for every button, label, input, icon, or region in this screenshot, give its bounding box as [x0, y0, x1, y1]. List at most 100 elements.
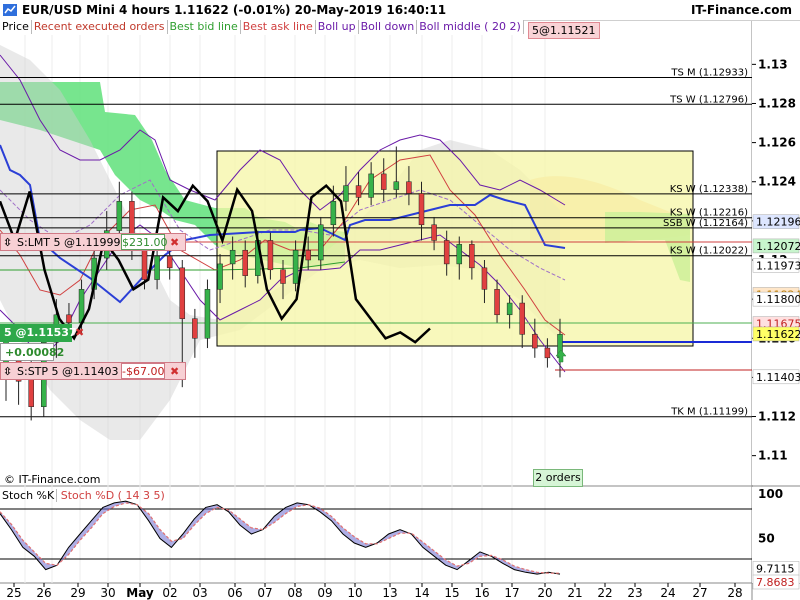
stoch-tag-label: 7.8683 [756, 576, 795, 589]
price-tick-label: 1.11 [758, 449, 788, 463]
position-widget[interactable]: 5 @1.11537 [0, 324, 77, 342]
position-close-icon[interactable]: ✖ [75, 324, 89, 342]
candle-body [116, 201, 123, 231]
price-tag-label: 1.11973 [756, 259, 800, 272]
candle-body [166, 255, 173, 269]
x-tick-label: 30 [100, 586, 115, 600]
candle-body [368, 173, 374, 198]
candle-body [343, 185, 349, 202]
orders-count-badge[interactable]: 2 orders [533, 469, 583, 487]
stoch-d-label: Stoch %D ( 14 3 5) [60, 489, 165, 502]
candle-body [494, 289, 500, 316]
candle-body [393, 181, 400, 190]
candle-body [406, 181, 412, 194]
candle-body [355, 185, 362, 198]
price-tag-label: 1.12196 [756, 216, 800, 229]
x-tick-label: 08 [287, 586, 302, 600]
time-axis: 25 26 29 30 May 02 03 06 07 08 09 10 13 14 15 16 17 20 21 2… [6, 583, 743, 600]
x-tick-label: 03 [192, 586, 207, 600]
candle-body [506, 302, 513, 316]
x-tick-label: 09 [317, 586, 332, 600]
level-label: KS W (1.12022) [670, 246, 748, 257]
limit-pnl-value: $231.00 [122, 236, 168, 249]
x-tick-label: May [126, 586, 154, 600]
brand-label: IT-Finance.com [690, 3, 792, 17]
limit-order-label: S:LMT 5 @1.11999 [17, 236, 121, 249]
candle-body [292, 249, 299, 284]
candle-body [481, 267, 488, 290]
legend-item[interactable]: Boll middle ( 20 2) [417, 20, 524, 34]
legend-item[interactable]: Recent executed orders [31, 20, 168, 34]
price-tick-label: 1.13 [758, 57, 788, 71]
candle-body [418, 193, 425, 226]
price-tag-label: 1.11622 [756, 328, 800, 341]
stop-order-label: S:STP 5 @1.11403 [17, 365, 119, 378]
price-tick-label: 1.124 [758, 175, 796, 189]
x-tick-label: 29 [70, 586, 85, 600]
price-tag-label: 1.11800 [756, 293, 800, 306]
level-label: TS M (1.12933) [670, 67, 748, 78]
candle-body [192, 318, 198, 339]
legend-item[interactable]: Boll down [358, 20, 418, 34]
x-tick-label: 20 [537, 586, 552, 600]
stop-pnl-value: -$67.00 [122, 365, 165, 378]
candle-body [380, 173, 387, 190]
position-change: +0.00082 [0, 343, 64, 361]
x-tick-label: 24 [660, 586, 675, 600]
x-tick-label: 15 [444, 586, 459, 600]
candle-body [154, 255, 160, 280]
chart-title: EUR/USD Mini 4 hours 1.11622 (-0.01%) 20… [22, 3, 447, 17]
candle-body [204, 289, 211, 339]
range-highlight-box[interactable] [216, 150, 694, 347]
x-tick-label: 26 [36, 586, 51, 600]
stop-close-icon[interactable]: ✖ [170, 363, 184, 381]
chart-icon[interactable] [3, 4, 17, 16]
candle-body [544, 347, 551, 359]
x-tick-label: 14 [414, 586, 429, 600]
candle-body [519, 302, 525, 335]
legend-item[interactable]: Best ask line [240, 20, 316, 34]
candle-body [280, 269, 286, 284]
candle-body [431, 224, 437, 241]
level-label: TK M (1.11199) [670, 407, 748, 418]
candle-body [217, 263, 223, 290]
candle-body [469, 244, 475, 269]
candle-body [330, 201, 337, 226]
stoch-tick-label: 100 [758, 487, 783, 501]
legend-item[interactable]: Boll up [315, 20, 359, 34]
handle-icon[interactable]: ⇳ [1, 363, 17, 381]
x-tick-label: 06 [227, 586, 242, 600]
candle-body [443, 240, 450, 265]
candle-body [179, 267, 186, 319]
chart-canvas[interactable]: TS M (1.12933) TS W (1.12796) KS W (1.1233… [0, 0, 800, 600]
price-tick-label: 1.126 [758, 136, 796, 150]
candle-body [456, 244, 463, 265]
indicator-legend: Price Recent executed orders Best bid line… [0, 20, 524, 35]
level-label: SSB W (1.12164) [663, 218, 748, 229]
level-label: KS W (1.12338) [670, 184, 748, 195]
handle-icon[interactable]: ⇳ [1, 234, 17, 252]
candle-body [229, 249, 236, 265]
x-tick-label: 25 [6, 586, 21, 600]
x-tick-label: 23 [627, 586, 642, 600]
legend-item[interactable]: Price [0, 20, 32, 34]
candle-body [305, 249, 311, 261]
candle-body [141, 249, 148, 280]
price-tag-label: 1.12072 [756, 240, 800, 253]
x-tick-label: 17 [504, 586, 519, 600]
stoch-k-label: Stoch %K [2, 489, 58, 502]
x-tick-label: 10 [347, 586, 362, 600]
candle-body [28, 377, 34, 407]
limit-close-icon[interactable]: ✖ [170, 234, 184, 252]
x-tick-label: 22 [597, 586, 612, 600]
candle-body [242, 249, 248, 276]
candle-body [66, 314, 72, 323]
position-change-value: +0.00082 [5, 346, 65, 359]
position-label: 5 @1.11537 [4, 326, 77, 339]
x-tick-label: 07 [257, 586, 272, 600]
copyright-text: © IT-Finance.com [4, 473, 101, 486]
candle-body [318, 224, 324, 261]
x-tick-label: 27 [692, 586, 707, 600]
legend-item[interactable]: Best bid line [167, 20, 241, 34]
stoch-legend: Stoch %K Stoch %D ( 14 3 5) [2, 489, 165, 502]
